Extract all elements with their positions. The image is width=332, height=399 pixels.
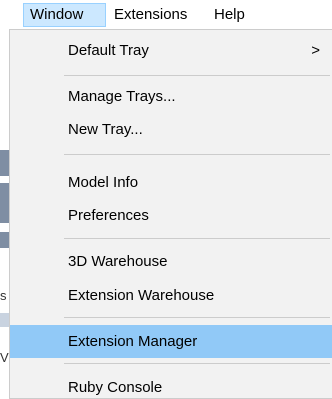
menu-item-label: Extension Warehouse [68, 287, 215, 304]
menu-item-extension-warehouse[interactable]: Extension Warehouse [10, 279, 332, 312]
menu-separator [64, 75, 330, 76]
menu-item-ruby-console[interactable]: Ruby Console [10, 371, 332, 398]
menu-item-label: 3D Warehouse [68, 253, 168, 270]
menu-item-label: Manage Trays... [68, 88, 176, 105]
menu-item-preferences[interactable]: Preferences [10, 199, 332, 232]
menubar-extensions[interactable]: Extensions [108, 3, 202, 27]
menu-separator [64, 317, 330, 318]
menu-item-label: New Tray... [68, 121, 143, 138]
menu-item-label: Default Tray [68, 42, 149, 59]
menu-item-3d-warehouse[interactable]: 3D Warehouse [10, 245, 332, 278]
background-panel-fragment [0, 313, 9, 327]
background-panel-fragment [0, 183, 9, 223]
menubar-help[interactable]: Help [208, 3, 264, 27]
menubar-window[interactable]: Window [23, 3, 106, 27]
menu-item-extension-manager[interactable]: Extension Manager [10, 325, 332, 358]
background-text-fragment: V [0, 350, 9, 365]
menu-item-label: Ruby Console [68, 379, 163, 396]
background-panel-fragment [0, 150, 9, 176]
menu-item-default-tray[interactable]: Default Tray > [10, 34, 332, 67]
menu-item-new-tray[interactable]: New Tray... [10, 113, 332, 146]
menu-item-model-info[interactable]: Model Info [10, 166, 332, 199]
window-menu-dropdown: Default Tray > Manage Trays... New Tray.… [9, 29, 332, 399]
submenu-arrow-icon: > [311, 42, 320, 59]
menu-separator [64, 363, 330, 364]
menu-separator [64, 154, 330, 155]
menu-item-manage-trays[interactable]: Manage Trays... [10, 80, 332, 113]
background-panel-fragment [0, 232, 9, 248]
menu-item-label: Model Info [68, 174, 139, 191]
menu-bar: Window Extensions Help [0, 0, 332, 29]
menu-item-label: Extension Manager [68, 333, 198, 350]
menu-separator [64, 238, 330, 239]
menu-item-label: Preferences [68, 207, 149, 224]
background-text-fragment: s [0, 288, 7, 303]
